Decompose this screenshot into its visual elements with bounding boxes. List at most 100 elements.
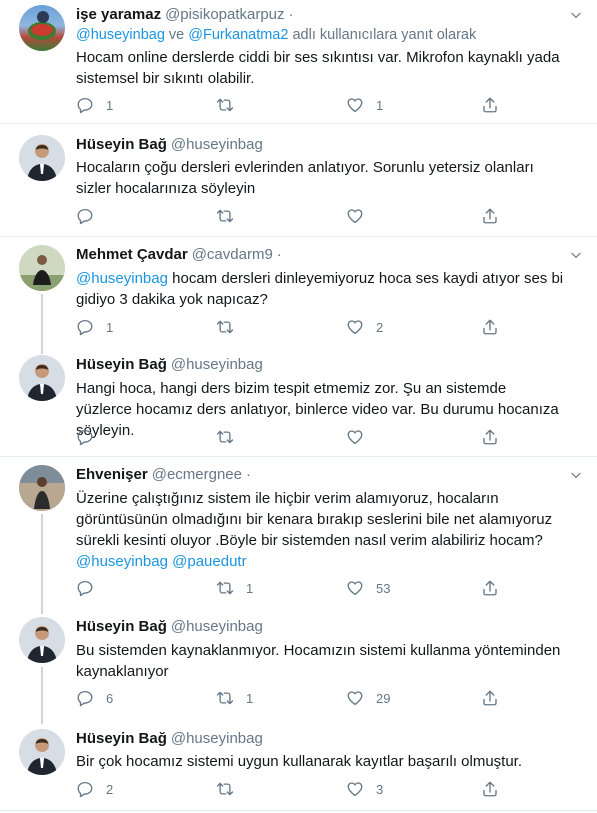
- mention-link[interactable]: @pauedutr: [172, 553, 246, 570]
- reply-icon: [76, 96, 94, 114]
- display-name[interactable]: Hüseyin Bağ: [76, 136, 167, 153]
- display-name[interactable]: Hüseyin Bağ: [76, 730, 167, 747]
- mention-link[interactable]: @huseyinbag: [76, 553, 168, 570]
- avatar[interactable]: [19, 355, 65, 401]
- tweet[interactable]: Hüseyin Bağ @huseyinbag Bu sistemden kayn…: [0, 609, 597, 724]
- tweet-actions: [76, 206, 506, 226]
- avatar[interactable]: [19, 135, 65, 181]
- retweet-button[interactable]: 1: [216, 688, 253, 708]
- retweet-icon: [216, 428, 234, 446]
- reply-button[interactable]: 6: [76, 688, 113, 708]
- user-handle[interactable]: @huseyinbag: [171, 730, 263, 747]
- like-button[interactable]: 2: [346, 317, 383, 337]
- user-handle[interactable]: @huseyinbag: [171, 356, 263, 373]
- like-button[interactable]: 29: [346, 688, 390, 708]
- reply-button[interactable]: 2: [76, 779, 113, 799]
- user-handle[interactable]: @cavdarm9: [192, 246, 273, 263]
- heart-icon: [346, 207, 364, 225]
- share-icon: [481, 579, 499, 597]
- user-handle[interactable]: @ecmergnee: [152, 466, 242, 483]
- avatar[interactable]: [19, 5, 65, 51]
- retweet-button[interactable]: 1: [216, 578, 253, 598]
- share-button[interactable]: [481, 206, 499, 226]
- chevron-down-icon[interactable]: [569, 8, 583, 22]
- tweet-feed: işe yaramaz @pisikopatkarpuz · @huseyinbag…: [0, 0, 597, 813]
- tweet-header: Ehvenişer @ecmergnee ·: [76, 465, 567, 485]
- retweet-button[interactable]: [216, 95, 246, 115]
- tweet[interactable]: işe yaramaz @pisikopatkarpuz · @huseyinbag…: [0, 0, 597, 124]
- heart-icon: [346, 428, 364, 446]
- avatar[interactable]: [19, 617, 65, 663]
- tweet-actions: 2 3: [76, 779, 506, 799]
- user-handle[interactable]: @huseyinbag: [171, 136, 263, 153]
- tweet-actions: 1 1: [76, 95, 506, 115]
- share-button[interactable]: [481, 688, 499, 708]
- tweet-header: Mehmet Çavdar @cavdarm9 ·: [76, 245, 567, 265]
- like-count: 2: [376, 319, 384, 335]
- display-name[interactable]: Hüseyin Bağ: [76, 356, 167, 373]
- retweet-button[interactable]: [216, 427, 246, 447]
- retweet-button[interactable]: [216, 317, 246, 337]
- tweet-actions: 1 2: [76, 317, 506, 337]
- reply-button[interactable]: [76, 427, 106, 447]
- display-name[interactable]: Mehmet Çavdar: [76, 246, 188, 263]
- like-count: 29: [376, 690, 391, 706]
- chevron-down-icon[interactable]: [569, 248, 583, 262]
- tweet[interactable]: Hüseyin Bağ @huseyinbag Bir çok hocamız s…: [0, 719, 597, 811]
- like-button[interactable]: [346, 427, 376, 447]
- user-handle[interactable]: @huseyinbag: [171, 618, 263, 635]
- user-handle[interactable]: @pisikopatkarpuz: [165, 6, 284, 23]
- tweet[interactable]: Ehvenişer @ecmergnee · Üzerine çalıştığını…: [0, 457, 597, 614]
- avatar[interactable]: [19, 465, 65, 511]
- like-button[interactable]: [346, 206, 376, 226]
- retweet-button[interactable]: [216, 206, 246, 226]
- share-icon: [481, 96, 499, 114]
- reply-count: 1: [106, 97, 114, 113]
- tweet[interactable]: Mehmet Çavdar @cavdarm9 · @huseyinbag hoca…: [0, 237, 597, 354]
- heart-icon: [346, 780, 364, 798]
- tweet-text: Hocam online derslerde ciddi bir ses sık…: [76, 49, 560, 87]
- thread-connector: [41, 294, 43, 354]
- share-icon: [481, 207, 499, 225]
- share-button[interactable]: [481, 317, 499, 337]
- display-name[interactable]: Ehvenişer: [76, 466, 148, 483]
- tweet[interactable]: Hüseyin Bağ @huseyinbag Hocaların çoğu de…: [0, 124, 597, 237]
- tweet-text: Bir çok hocamız sistemi uygun kullanarak…: [76, 753, 523, 770]
- tweet-body: Üzerine çalıştığınız sistem ile hiçbir v…: [76, 490, 553, 549]
- mention-link[interactable]: @huseyinbag: [76, 27, 165, 43]
- display-name[interactable]: işe yaramaz: [76, 6, 161, 23]
- share-button[interactable]: [481, 779, 499, 799]
- retweet-icon: [216, 318, 234, 336]
- reply-button[interactable]: [76, 578, 106, 598]
- thread-connector: [41, 514, 43, 614]
- chevron-down-icon[interactable]: [569, 468, 583, 482]
- display-name[interactable]: Hüseyin Bağ: [76, 618, 167, 635]
- like-count: 53: [376, 580, 391, 596]
- avatar[interactable]: [19, 729, 65, 775]
- reply-icon: [76, 689, 94, 707]
- retweet-button[interactable]: [216, 779, 246, 799]
- reply-count: 2: [106, 781, 114, 797]
- share-button[interactable]: [481, 95, 499, 115]
- share-icon: [481, 428, 499, 446]
- like-button[interactable]: 3: [346, 779, 383, 799]
- share-button[interactable]: [481, 427, 499, 447]
- avatar[interactable]: [19, 245, 65, 291]
- mention-link[interactable]: @huseyinbag: [76, 270, 168, 287]
- retweet-icon: [216, 96, 234, 114]
- reply-icon: [76, 780, 94, 798]
- tweet[interactable]: Hüseyin Bağ @huseyinbag Hangi hoca, hangi…: [0, 349, 597, 457]
- reply-conjunction: ve: [168, 27, 185, 43]
- share-icon: [481, 318, 499, 336]
- share-button[interactable]: [481, 578, 499, 598]
- tweet-header: işe yaramaz @pisikopatkarpuz ·: [76, 5, 567, 25]
- reply-button[interactable]: 1: [76, 317, 113, 337]
- reply-button[interactable]: 1: [76, 95, 113, 115]
- like-button[interactable]: 53: [346, 578, 390, 598]
- like-button[interactable]: 1: [346, 95, 383, 115]
- reply-button[interactable]: [76, 206, 106, 226]
- tweet-actions: [76, 427, 506, 447]
- mention-link[interactable]: @Furkanatma2: [188, 27, 288, 43]
- separator: ·: [246, 466, 251, 483]
- reply-context: @huseyinbag ve @Furkanatma2 adlı kullanı…: [76, 25, 476, 45]
